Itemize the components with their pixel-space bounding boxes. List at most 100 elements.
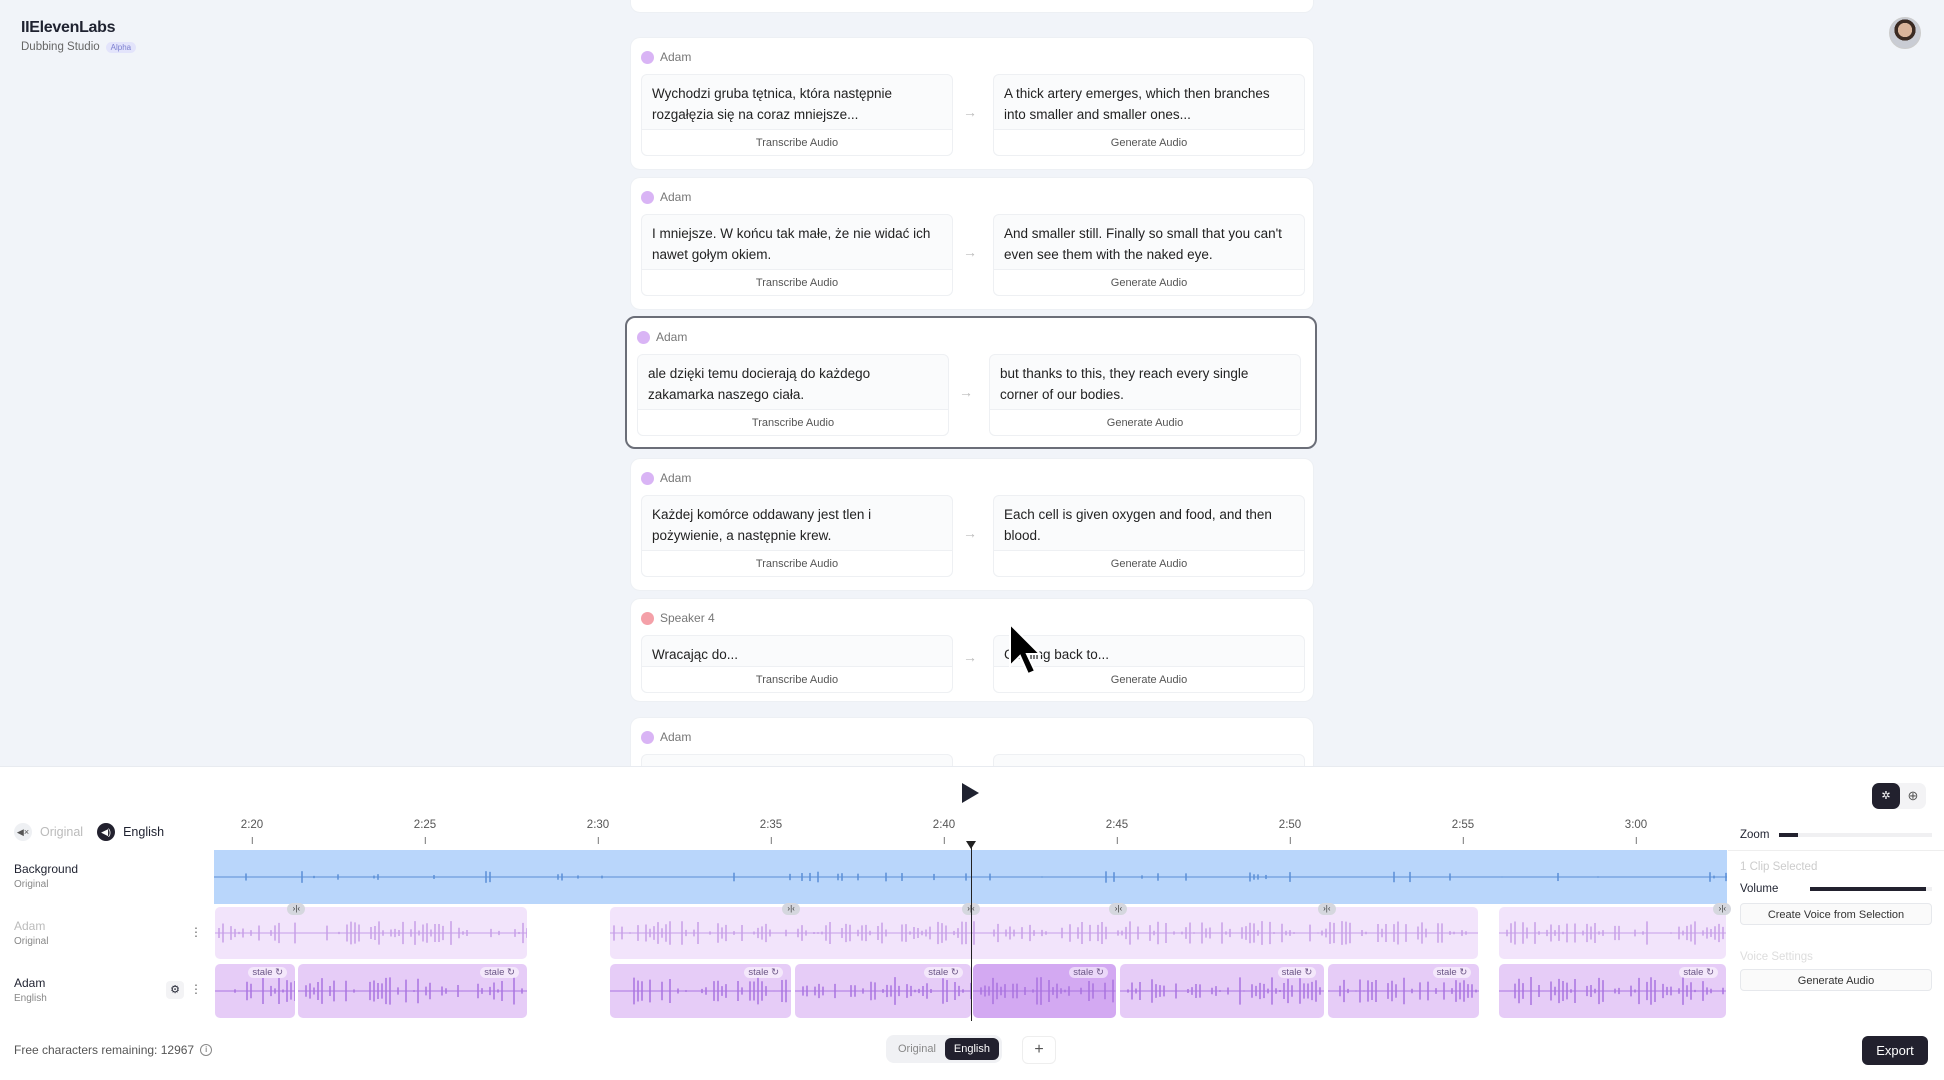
stale-badge[interactable]: stale ↻ <box>480 967 519 978</box>
audio-clip[interactable]: stale ↻ <box>1328 964 1480 1018</box>
gear-icon[interactable]: ⚙ <box>166 981 184 999</box>
waveform <box>1499 921 1727 945</box>
app-subtitle: Dubbing Studio <box>21 41 100 53</box>
generate-audio-button[interactable]: Generate Audio <box>990 409 1300 435</box>
source-text[interactable]: I mniejsze. W końcu tak małe, że nie wid… <box>642 215 952 269</box>
more-options-icon[interactable]: ⋮ <box>190 925 202 939</box>
target-text-box[interactable]: Each cell is given oxygen and food, and … <box>993 495 1305 577</box>
playhead-handle[interactable] <box>966 841 976 849</box>
audio-clip[interactable]: stale ↻ <box>297 964 527 1018</box>
speaker-name: Adam <box>660 730 692 744</box>
audio-clip[interactable]: stale ↻ <box>794 964 971 1018</box>
track-label[interactable]: Background Original <box>14 862 78 890</box>
merge-handle-icon[interactable]: ›|‹ <box>782 903 801 915</box>
select-tool-icon[interactable]: ✲ <box>1872 783 1900 809</box>
generate-audio-button[interactable]: Generate Audio <box>1740 969 1932 991</box>
track-name: Adam <box>14 919 46 933</box>
audio-clip[interactable]: stale ↻ <box>610 964 792 1018</box>
source-text-box[interactable]: I mniejsze. W końcu tak małe, że nie wid… <box>641 214 953 296</box>
target-text-box[interactable]: but thanks to this, they reach every sin… <box>989 354 1301 436</box>
transcribe-audio-button[interactable]: Transcribe Audio <box>642 666 952 692</box>
merge-handle-icon[interactable]: ›|‹ <box>287 903 306 915</box>
speaker-name: Adam <box>656 330 688 344</box>
mute-icon[interactable]: ◀× <box>14 823 32 841</box>
merge-handle-icon[interactable]: ›|‹ <box>1109 903 1128 915</box>
segment-card[interactable]: Adam Wychodzi gruba tętnica, która nastę… <box>630 37 1314 170</box>
waveform <box>214 921 527 945</box>
tab-english[interactable]: English <box>944 1038 999 1060</box>
tab-original[interactable]: Original <box>889 1038 945 1060</box>
stale-badge[interactable]: stale ↻ <box>248 967 288 978</box>
speaker-dot-icon <box>641 611 654 625</box>
generate-audio-button[interactable]: Generate Audio <box>994 550 1304 576</box>
zoom-slider[interactable] <box>1779 832 1932 837</box>
speaker-label: Adam <box>641 50 691 64</box>
toggle-original[interactable]: Original <box>40 825 83 839</box>
source-text-box[interactable]: Każdej komórce oddawany jest tlen i poży… <box>641 495 953 577</box>
source-text-box[interactable]: ale dzięki temu docierają do każdego zak… <box>637 354 949 436</box>
more-options-icon[interactable]: ⋮ <box>190 982 202 996</box>
audio-clip[interactable] <box>1499 907 1727 959</box>
play-button[interactable] <box>962 783 979 803</box>
segment-card[interactable]: Adam Każdej komórce oddawany jest tlen i… <box>630 458 1314 591</box>
speaker-dot-icon <box>641 190 654 204</box>
source-text[interactable]: Wychodzi gruba tętnica, która następnie … <box>642 75 952 129</box>
arrow-right-icon: → <box>963 244 977 260</box>
track-sub: English <box>14 993 47 1004</box>
segment-card[interactable]: Adam I mniejsze. W końcu tak małe, że ni… <box>630 177 1314 310</box>
time-tick: 2:55 <box>1452 819 1474 844</box>
volume-slider[interactable] <box>1810 887 1932 891</box>
stale-badge[interactable]: stale ↻ <box>1277 967 1317 978</box>
generate-audio-button[interactable]: Generate Audio <box>994 269 1304 295</box>
target-text-box[interactable]: And smaller still. Finally so small that… <box>993 214 1305 296</box>
add-icon[interactable]: ⊕ <box>1900 783 1926 809</box>
track-label[interactable]: Adam English ⋮ ⚙ <box>14 976 202 1004</box>
transcribe-audio-button[interactable]: Transcribe Audio <box>642 269 952 295</box>
stale-badge[interactable]: stale ↻ <box>1432 967 1472 978</box>
transcribe-audio-button[interactable]: Transcribe Audio <box>642 129 952 155</box>
track-sub: Original <box>14 936 49 947</box>
speaker-icon[interactable]: ◀) <box>97 823 116 841</box>
audio-clip[interactable] <box>610 907 1479 959</box>
generate-audio-button[interactable]: Generate Audio <box>994 129 1304 155</box>
time-tick: 2:40 <box>933 819 955 844</box>
toggle-english[interactable]: English <box>123 825 164 839</box>
source-text-box[interactable]: Wychodzi gruba tętnica, która następnie … <box>641 74 953 156</box>
source-text-box[interactable]: Wracając do... Transcribe Audio <box>641 635 953 693</box>
export-button[interactable]: Export <box>1862 1036 1928 1065</box>
track-label[interactable]: Adam Original ⋮ <box>14 919 202 947</box>
arrow-right-icon: → <box>959 384 973 400</box>
segment-card[interactable]: Transcribe Audio → Generate Audio <box>630 0 1314 13</box>
source-text[interactable]: ale dzięki temu docierają do każdego zak… <box>638 355 948 409</box>
speaker-label: Adam <box>637 330 687 344</box>
voice-settings-label: Voice Settings <box>1740 951 1813 963</box>
add-language-button[interactable]: + <box>1022 1036 1056 1064</box>
audio-clip[interactable]: stale ↻ <box>1119 964 1325 1018</box>
target-text[interactable]: Each cell is given oxygen and food, and … <box>994 496 1304 550</box>
segment-card[interactable]: Adam ale dzięki temu docierają do każdeg… <box>625 316 1317 449</box>
target-text[interactable]: And smaller still. Finally so small that… <box>994 215 1304 269</box>
target-text[interactable]: A thick artery emerges, which then branc… <box>994 75 1304 129</box>
audio-clip[interactable]: stale ↻ <box>1499 964 1727 1018</box>
audio-clip[interactable] <box>214 907 527 959</box>
time-tick: 2:20 <box>241 819 263 844</box>
stale-badge[interactable]: stale ↻ <box>744 967 784 978</box>
merge-handle-icon[interactable]: ›|‹ <box>1317 903 1336 915</box>
target-text[interactable]: but thanks to this, they reach every sin… <box>990 355 1300 409</box>
playhead[interactable] <box>971 844 972 1021</box>
transcribe-audio-button[interactable]: Transcribe Audio <box>642 550 952 576</box>
transcribe-audio-button[interactable]: Transcribe Audio <box>638 409 948 435</box>
language-tabs: Original English <box>886 1035 1002 1063</box>
create-voice-button[interactable]: Create Voice from Selection <box>1740 903 1932 925</box>
source-text[interactable]: Każdej komórce oddawany jest tlen i poży… <box>642 496 952 550</box>
avatar[interactable] <box>1889 17 1921 49</box>
audio-clip[interactable]: stale ↻ <box>973 964 1116 1018</box>
stale-badge[interactable]: stale ↻ <box>924 967 963 978</box>
stale-badge[interactable]: stale ↻ <box>1069 967 1108 978</box>
target-text-box[interactable]: A thick artery emerges, which then branc… <box>993 74 1305 156</box>
info-icon[interactable]: i <box>200 1044 213 1056</box>
zoom-label: Zoom <box>1740 828 1770 841</box>
segment-card[interactable]: Speaker 4 Wracając do... Transcribe Audio… <box>630 598 1314 702</box>
stale-badge[interactable]: stale ↻ <box>1679 967 1719 978</box>
audio-clip[interactable]: stale ↻ <box>214 964 296 1018</box>
